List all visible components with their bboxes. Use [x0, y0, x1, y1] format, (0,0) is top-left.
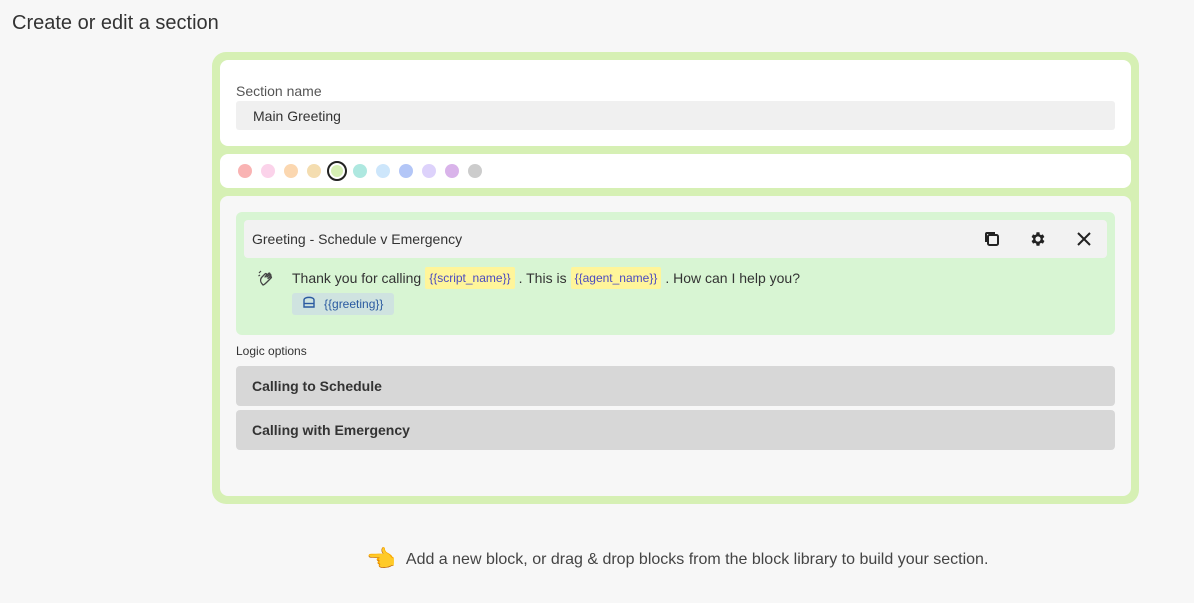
gear-icon[interactable] [1027, 228, 1049, 250]
color-swatch-blue[interactable] [399, 164, 413, 178]
section-name-input[interactable] [236, 101, 1115, 130]
logic-option-emergency[interactable]: Calling with Emergency [236, 410, 1115, 450]
copy-icon[interactable] [981, 228, 1003, 250]
section-content: Greeting - Schedule v Emergency Thank yo… [220, 196, 1131, 496]
close-icon[interactable] [1073, 228, 1095, 250]
block-title: Greeting - Schedule v Emergency [252, 231, 463, 247]
color-swatch-green[interactable] [327, 161, 347, 181]
hand-wave-icon [258, 270, 276, 288]
script-text-part: Thank you for calling [292, 270, 422, 286]
pointing-hand-icon: 👈 [366, 546, 396, 573]
variable-tag-script-name[interactable]: {{script_name}} [425, 267, 515, 289]
color-picker [220, 154, 1131, 188]
script-block[interactable]: Greeting - Schedule v Emergency Thank yo… [236, 212, 1115, 335]
section-editor: Section name Greeting - Schedule v Emerg… [212, 52, 1139, 504]
color-swatch-lavender[interactable] [422, 164, 436, 178]
database-icon [302, 295, 316, 314]
color-swatch-purple[interactable] [445, 164, 459, 178]
script-text-part: . How can I help you? [665, 270, 800, 286]
section-name-card: Section name [220, 60, 1131, 146]
color-swatch-teal[interactable] [353, 164, 367, 178]
color-swatch-light-blue[interactable] [376, 164, 390, 178]
page-title: Create or edit a section [12, 12, 219, 34]
color-swatch-orange[interactable] [284, 164, 298, 178]
section-name-label: Section name [236, 83, 322, 99]
variable-chip-greeting[interactable]: {{greeting}} [292, 293, 394, 315]
logic-options-title: Logic options [236, 344, 307, 358]
logic-option-schedule[interactable]: Calling to Schedule [236, 366, 1115, 406]
color-swatch-gray[interactable] [468, 164, 482, 178]
empty-hint: 👈 Add a new block, or drag & drop blocks… [366, 546, 988, 574]
script-text-part: . This is [518, 270, 567, 286]
block-header: Greeting - Schedule v Emergency [244, 220, 1107, 258]
variable-tag-agent-name[interactable]: {{agent_name}} [570, 267, 662, 289]
color-swatch-tan[interactable] [307, 164, 321, 178]
variable-chip-label: {{greeting}} [324, 297, 384, 311]
color-swatch-pink[interactable] [261, 164, 275, 178]
script-text: Thank you for calling {{script_name}} . … [292, 266, 800, 290]
hint-text: Add a new block, or drag & drop blocks f… [405, 551, 989, 568]
color-swatch-red[interactable] [238, 164, 252, 178]
